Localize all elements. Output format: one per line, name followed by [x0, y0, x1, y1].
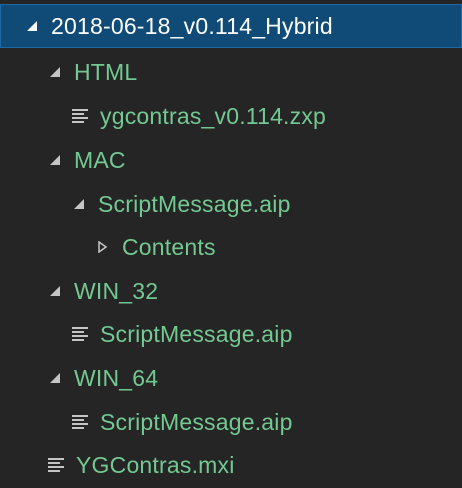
tree-item-contents-folder[interactable]: Contents — [0, 225, 462, 269]
tree-item-win32-folder[interactable]: WIN_32 — [0, 269, 462, 313]
chevron-down-icon[interactable] — [25, 19, 39, 33]
tree-item-label: ScriptMessage.aip — [98, 191, 291, 217]
tree-item-win32-aip-file[interactable]: ScriptMessage.aip — [0, 312, 462, 356]
tree-item-label: WIN_32 — [74, 278, 159, 304]
tree-item-mac-folder[interactable]: MAC — [0, 138, 462, 182]
tree-item-win64-aip-file[interactable]: ScriptMessage.aip — [0, 400, 462, 444]
tree-item-zxp-file[interactable]: ygcontras_v0.114.zxp — [0, 94, 462, 138]
tree-item-label: ScriptMessage.aip — [100, 321, 293, 347]
file-explorer-tree: 2018-06-18_v0.114_Hybrid HTML ygcontras_… — [0, 0, 462, 488]
tree-item-label: WIN_64 — [74, 365, 159, 391]
file-lines-icon — [72, 415, 88, 429]
tree-item-label: Contents — [122, 234, 216, 260]
tree-item-html-folder[interactable]: HTML — [0, 50, 462, 94]
chevron-down-icon[interactable] — [48, 153, 62, 167]
chevron-right-icon[interactable] — [96, 240, 110, 254]
tree-item-win64-folder[interactable]: WIN_64 — [0, 356, 462, 400]
chevron-down-icon[interactable] — [72, 197, 86, 211]
tree-item-label: YGContras.mxi — [76, 452, 235, 478]
chevron-down-icon[interactable] — [48, 65, 62, 79]
file-lines-icon — [72, 109, 88, 123]
tree-item-label: 2018-06-18_v0.114_Hybrid — [51, 13, 333, 39]
tree-item-label: ygcontras_v0.114.zxp — [100, 103, 327, 129]
tree-item-label: HTML — [74, 59, 138, 85]
chevron-down-icon[interactable] — [48, 284, 62, 298]
tree-item-label: ScriptMessage.aip — [100, 409, 293, 435]
chevron-down-icon[interactable] — [48, 371, 62, 385]
tree-item-label: MAC — [74, 147, 126, 173]
tree-item-mac-aip-folder[interactable]: ScriptMessage.aip — [0, 182, 462, 226]
file-lines-icon — [48, 458, 64, 472]
tree-item-mxi-file[interactable]: YGContras.mxi — [0, 443, 462, 487]
file-lines-icon — [72, 327, 88, 341]
tree-item-root-folder[interactable]: 2018-06-18_v0.114_Hybrid — [0, 4, 462, 48]
